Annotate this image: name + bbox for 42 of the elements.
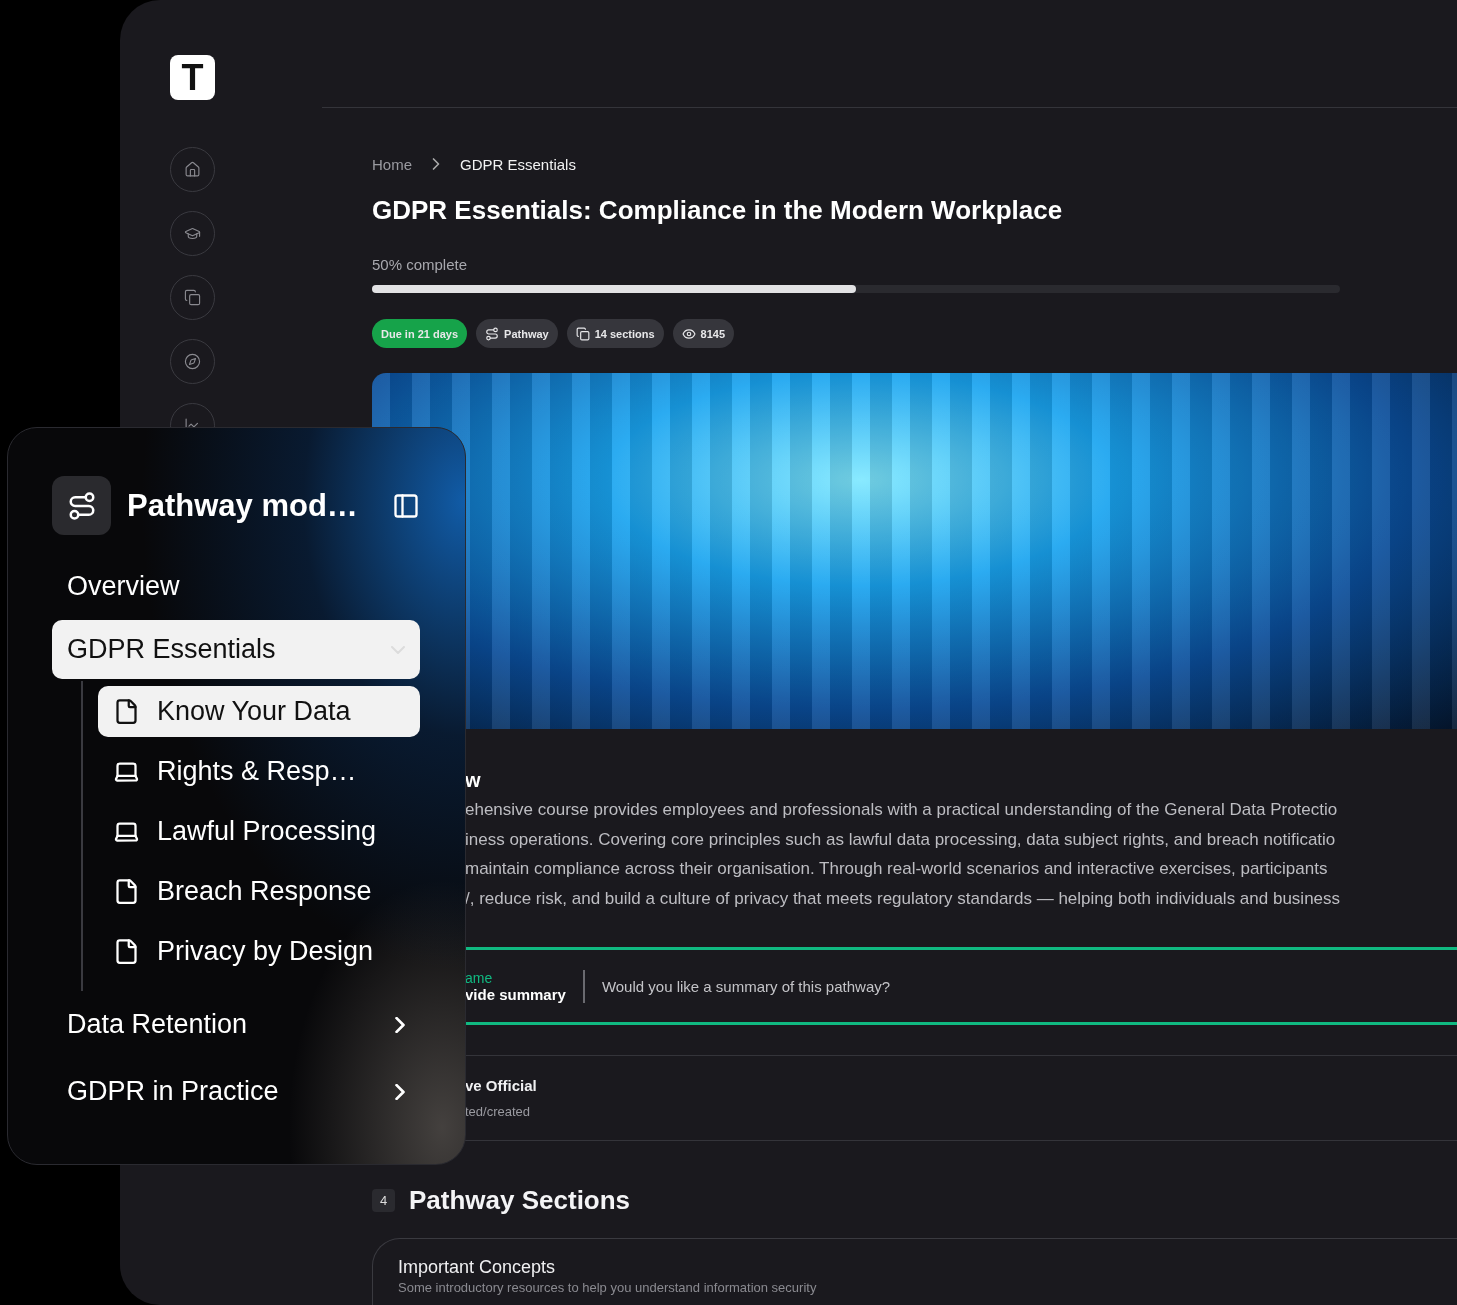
section-count: 4 bbox=[372, 1189, 395, 1212]
eye-icon bbox=[681, 326, 696, 341]
nav-subitem[interactable]: Privacy by Design bbox=[98, 926, 420, 977]
home-icon bbox=[184, 161, 201, 178]
summary-prompt: Would you like a summary of this pathway? bbox=[601, 977, 891, 995]
meta-badge: 14 sections bbox=[566, 319, 664, 348]
breadcrumb-link[interactable]: GDPR Essentials bbox=[460, 155, 576, 173]
meta-badge: 8145 bbox=[672, 319, 735, 348]
breadcrumb-link[interactable]: Home bbox=[372, 155, 412, 173]
nav-subitem[interactable]: Lawful Processing bbox=[98, 806, 420, 857]
page-title: GDPR Essentials: Compliance in the Modern Workplace bbox=[372, 195, 1064, 226]
nav-subitem[interactable]: Rights & Resp… bbox=[98, 746, 420, 797]
graduation-cap-icon bbox=[184, 225, 201, 242]
panel-title: Pathway mod… bbox=[127, 487, 359, 524]
copy-icon bbox=[575, 326, 590, 341]
route-icon bbox=[52, 476, 111, 535]
official-subtitle: ted/created bbox=[465, 1104, 532, 1119]
compass-icon bbox=[184, 353, 201, 370]
route-icon bbox=[485, 326, 500, 341]
copy-icon bbox=[184, 289, 201, 306]
app-logo[interactable]: T bbox=[170, 55, 215, 100]
nav-subitem[interactable]: Breach Response bbox=[98, 866, 420, 917]
summary-button[interactable]: vide summary bbox=[465, 985, 566, 1003]
sections-heading: Pathway Sections bbox=[409, 1185, 631, 1216]
card-description: Some introductory resources to help you understand information security bbox=[398, 1280, 818, 1295]
nav-item[interactable]: Data Retention bbox=[52, 995, 420, 1054]
summary-label: ame bbox=[465, 969, 494, 986]
nav-item[interactable]: Overview bbox=[52, 557, 420, 616]
section-heading: w bbox=[465, 769, 482, 793]
sidebar-toggle-icon[interactable] bbox=[392, 491, 420, 520]
file-icon bbox=[113, 698, 140, 725]
due-badge: Due in 21 days bbox=[372, 319, 468, 348]
file-icon bbox=[113, 938, 140, 965]
meta-badge: Pathway bbox=[476, 319, 558, 348]
official-title: ve Official bbox=[465, 1077, 538, 1094]
nav-item[interactable]: GDPR in Practice bbox=[52, 1062, 420, 1121]
progress-label: 50% complete bbox=[372, 256, 469, 273]
card-title: Important Concepts bbox=[398, 1257, 557, 1278]
nav-subitem[interactable]: Know Your Data bbox=[98, 686, 420, 737]
section-card[interactable]: Important Concepts Some introductory resources to help you understand information security bbox=[372, 1238, 1457, 1305]
nav-item[interactable]: GDPR Essentials bbox=[52, 620, 420, 679]
file-icon bbox=[113, 878, 140, 905]
